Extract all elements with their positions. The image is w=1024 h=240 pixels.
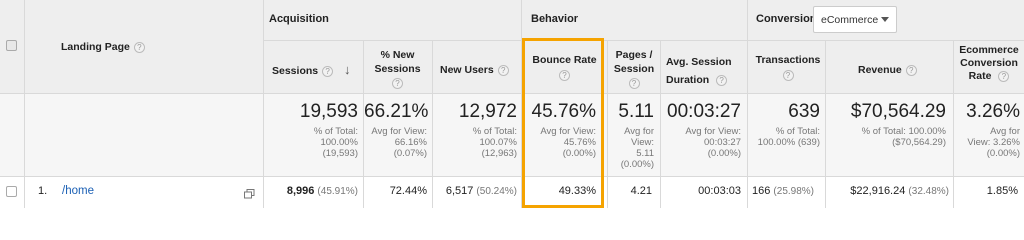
open-in-new-icon[interactable] bbox=[244, 186, 255, 199]
conversions-dropdown-value: eCommerce bbox=[821, 14, 879, 26]
sessions-total-value: 19,593 bbox=[299, 101, 358, 122]
total-caption: Avg for View: bbox=[371, 126, 427, 137]
new-users-header[interactable]: New Users? bbox=[440, 63, 509, 77]
total-caption: (0.00%) bbox=[707, 148, 741, 159]
conversion-rate-cell: 1.85% bbox=[986, 185, 1018, 197]
total-caption: (0.00%) bbox=[986, 148, 1020, 159]
transactions-cell: 166 (25.98%) bbox=[752, 185, 822, 197]
total-caption: % of Total: bbox=[775, 126, 820, 137]
revenue-value: $22,916.24 bbox=[850, 185, 906, 197]
total-caption: (0.00%) bbox=[620, 159, 654, 170]
help-icon[interactable]: ? bbox=[133, 41, 145, 53]
help-icon[interactable]: ? bbox=[392, 77, 403, 89]
total-caption: View: bbox=[630, 137, 654, 148]
total-caption: Avg for View: bbox=[685, 126, 741, 137]
total-caption: View: 3.26% bbox=[967, 137, 1020, 148]
behavior-group-header: Behavior bbox=[531, 13, 579, 25]
avg-session-duration-header[interactable]: Avg. Session Duration ? bbox=[666, 53, 742, 89]
help-icon[interactable]: ? bbox=[905, 64, 917, 76]
row-index: 1. bbox=[38, 185, 48, 197]
help-icon[interactable]: ? bbox=[782, 69, 794, 81]
help-icon[interactable]: ? bbox=[998, 70, 1010, 82]
new-users-cell: 6,517 (50.24%) bbox=[433, 185, 517, 197]
total-caption: % of Total: bbox=[472, 126, 517, 137]
total-caption: % of Total: 100.00% bbox=[861, 126, 946, 137]
help-icon[interactable]: ? bbox=[322, 65, 334, 77]
transactions-percent: (25.98%) bbox=[773, 186, 814, 197]
revenue-header[interactable]: Revenue? bbox=[858, 63, 917, 77]
new-sessions-header[interactable]: % New Sessions ? bbox=[366, 48, 429, 90]
sessions-cell: 8,996 (45.91%) bbox=[264, 185, 358, 197]
sessions-value: 8,996 bbox=[286, 185, 315, 197]
total-caption: 66.16% bbox=[394, 137, 427, 148]
total-caption: 100.00% bbox=[320, 137, 358, 148]
revenue-percent: (32.48%) bbox=[908, 186, 949, 197]
pages-session-total: 5.11 Avg for View: 5.11 (0.00%) bbox=[608, 101, 654, 170]
total-caption: 5.11 bbox=[636, 148, 654, 159]
transactions-value: 166 bbox=[752, 185, 771, 197]
total-caption: % of Total: bbox=[313, 126, 358, 137]
sessions-percent: (45.91%) bbox=[317, 186, 358, 197]
conversion-rate-total-value: 3.26% bbox=[966, 101, 1020, 122]
chevron-down-icon bbox=[881, 17, 889, 22]
avg-session-duration-total-value: 00:03:27 bbox=[667, 101, 741, 122]
pages-session-total-value: 5.11 bbox=[618, 101, 654, 122]
new-sessions-total: 66.21% Avg for View: 66.16% (0.07%) bbox=[364, 101, 429, 159]
conversion-rate-header[interactable]: Ecommerce Conversion Rate ? bbox=[957, 44, 1021, 83]
revenue-header-label: Revenue bbox=[858, 64, 902, 76]
total-caption: 00:03:27 bbox=[704, 137, 741, 148]
help-icon[interactable]: ? bbox=[716, 74, 728, 86]
landing-page-header-label: Landing Page bbox=[61, 41, 130, 53]
avg-session-duration-total: 00:03:27 Avg for View: 00:03:27 (0.00%) bbox=[661, 101, 741, 159]
new-users-total-value: 12,972 bbox=[458, 101, 517, 122]
sessions-total: 19,593 % of Total: 100.00% (19,593) bbox=[264, 101, 358, 159]
sort-descending-icon[interactable]: ↓ bbox=[344, 62, 351, 77]
total-caption: (0.07%) bbox=[393, 148, 427, 159]
total-caption: 100.07% bbox=[479, 137, 517, 148]
avg-session-duration-cell: 00:03:03 bbox=[698, 185, 741, 197]
new-users-header-label: New Users bbox=[440, 64, 494, 76]
conversion-rate-header-label: Ecommerce Conversion Rate bbox=[959, 44, 1019, 82]
row-checkbox[interactable] bbox=[6, 186, 17, 197]
acquisition-group-header: Acquisition bbox=[269, 13, 329, 25]
total-caption: Avg for bbox=[990, 126, 1020, 137]
new-sessions-total-value: 66.21% bbox=[364, 101, 429, 122]
sessions-header[interactable]: Sessions? ↓ bbox=[272, 63, 351, 78]
landing-page-header[interactable]: Landing Page? bbox=[61, 40, 145, 54]
bounce-rate-highlight bbox=[522, 38, 604, 208]
revenue-total: $70,564.29 % of Total: 100.00% ($70,564.… bbox=[826, 101, 946, 148]
new-users-total: 12,972 % of Total: 100.07% (12,963) bbox=[433, 101, 517, 159]
revenue-cell: $22,916.24 (32.48%) bbox=[826, 185, 949, 197]
transactions-total-value: 639 bbox=[788, 101, 820, 122]
new-sessions-header-label: % New Sessions bbox=[374, 49, 421, 75]
total-caption: ($70,564.29) bbox=[892, 137, 946, 148]
transactions-header-label: Transactions bbox=[755, 54, 821, 66]
transactions-total: 639 % of Total: 100.00% (639) bbox=[748, 101, 820, 148]
landing-page-link[interactable]: /home bbox=[62, 185, 94, 197]
help-icon[interactable]: ? bbox=[628, 77, 640, 89]
pages-session-header-label: Pages / Session bbox=[613, 49, 655, 75]
new-sessions-cell: 72.44% bbox=[389, 185, 427, 197]
revenue-total-value: $70,564.29 bbox=[850, 101, 946, 122]
help-icon[interactable]: ? bbox=[497, 64, 509, 76]
conversions-dropdown[interactable]: eCommerce bbox=[813, 6, 897, 33]
pages-session-header[interactable]: Pages / Session ? bbox=[610, 48, 658, 90]
total-caption: (12,963) bbox=[481, 148, 517, 159]
new-users-value: 6,517 bbox=[445, 185, 474, 197]
conversion-rate-total: 3.26% Avg for View: 3.26% (0.00%) bbox=[954, 101, 1020, 159]
sessions-header-label: Sessions bbox=[272, 65, 319, 77]
total-caption: (19,593) bbox=[322, 148, 358, 159]
transactions-header[interactable]: Transactions ? bbox=[754, 53, 822, 81]
select-all-checkbox[interactable] bbox=[6, 40, 17, 51]
pages-session-cell: 4.21 bbox=[630, 185, 652, 197]
total-caption: 100.00% (639) bbox=[757, 137, 820, 148]
new-users-percent: (50.24%) bbox=[476, 186, 517, 197]
total-caption: Avg for bbox=[624, 126, 654, 137]
